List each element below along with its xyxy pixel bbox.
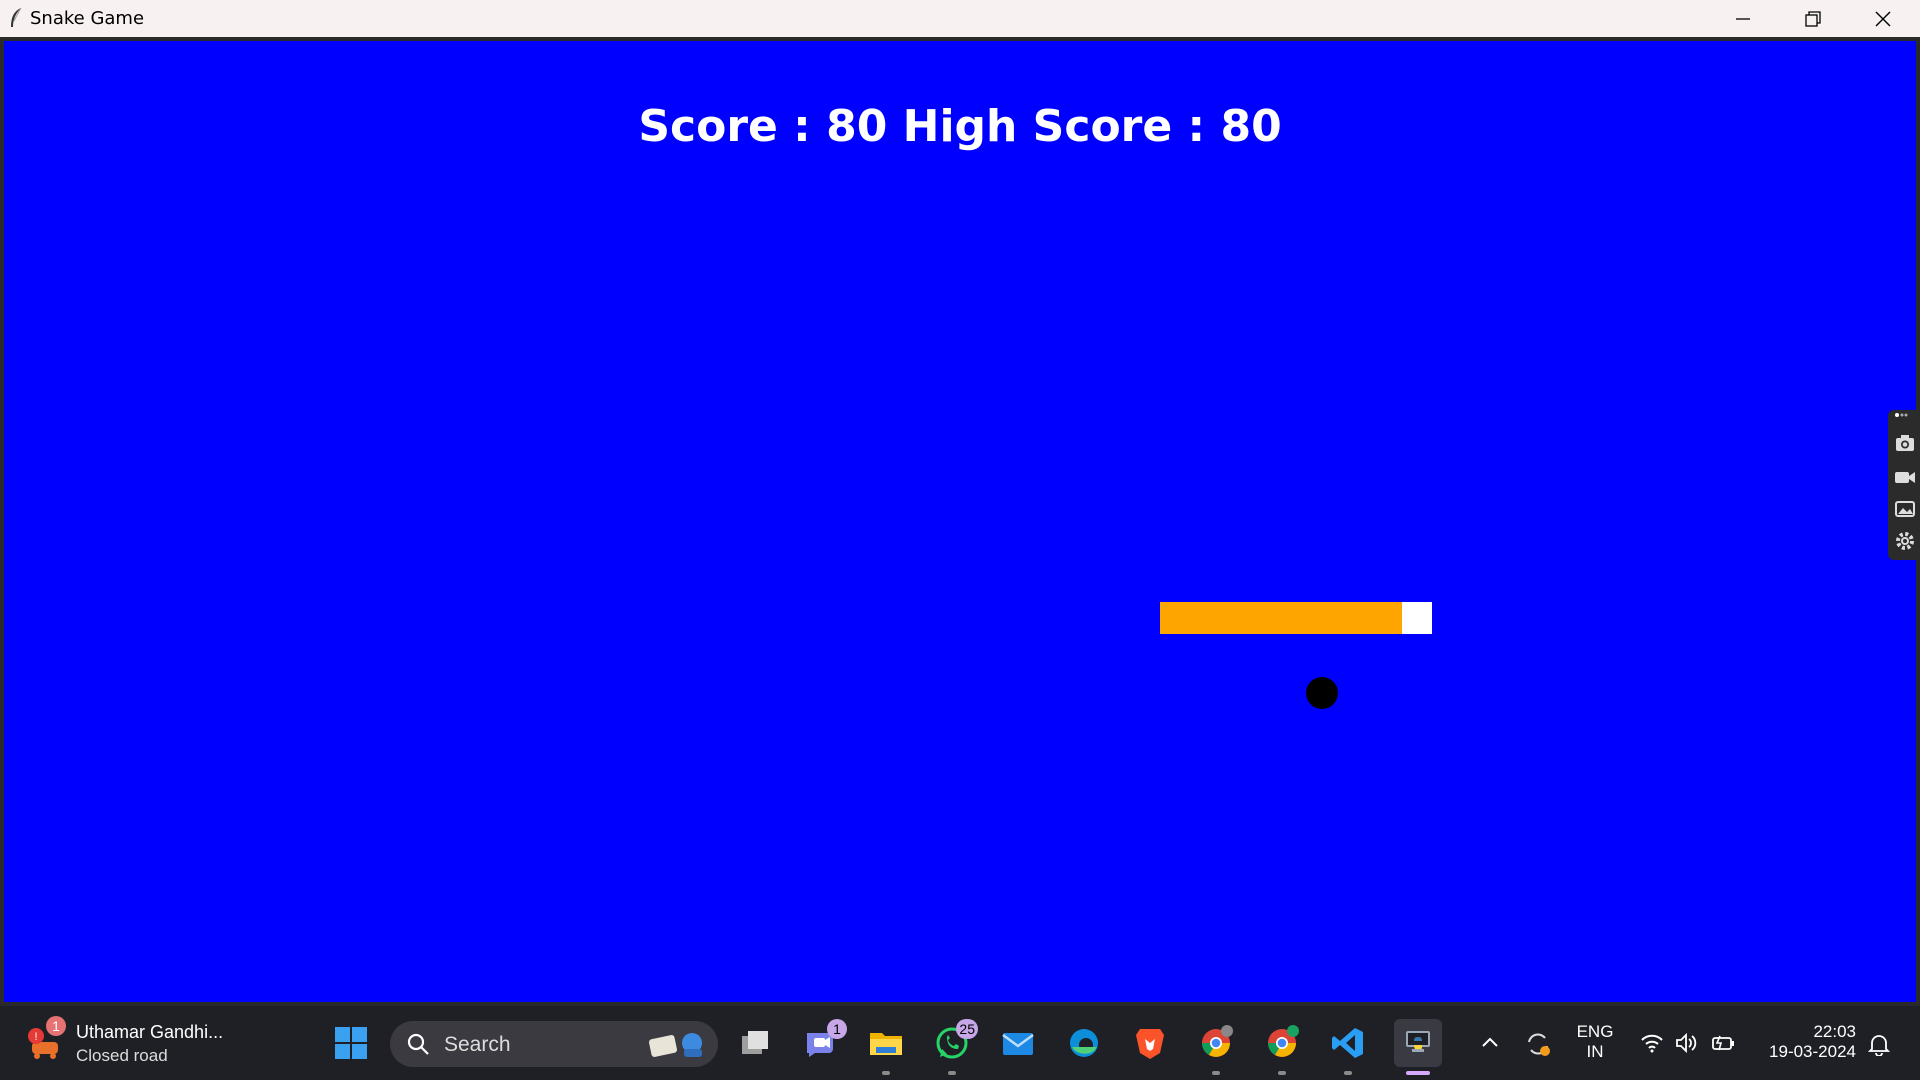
game-frame: Score : 80 High Score : 80 bbox=[0, 37, 1920, 1006]
python-icon bbox=[1406, 1031, 1430, 1052]
battery-icon[interactable] bbox=[1711, 1032, 1737, 1054]
mail-button[interactable] bbox=[998, 1023, 1038, 1063]
mail-icon bbox=[1002, 1033, 1034, 1055]
video-icon[interactable] bbox=[1894, 466, 1916, 488]
snake-body bbox=[1160, 602, 1402, 634]
language-indicator[interactable]: ENG IN bbox=[1568, 1022, 1622, 1062]
svg-text:!: ! bbox=[34, 1031, 37, 1043]
brave-button[interactable] bbox=[1130, 1023, 1170, 1063]
gallery-icon[interactable] bbox=[1894, 498, 1916, 520]
chrome-profile-button[interactable] bbox=[1262, 1023, 1302, 1075]
game-canvas[interactable]: Score : 80 High Score : 80 bbox=[4, 41, 1916, 1002]
feather-app-icon bbox=[11, 7, 22, 27]
file-explorer-icon bbox=[870, 1033, 902, 1055]
chrome-profile-icon bbox=[1268, 1025, 1299, 1057]
start-button[interactable] bbox=[331, 1023, 371, 1063]
close-icon bbox=[1875, 11, 1891, 26]
python-button[interactable] bbox=[1394, 1019, 1442, 1075]
edge-button[interactable] bbox=[1064, 1023, 1104, 1063]
sync-icon[interactable] bbox=[1524, 1030, 1552, 1058]
title-bar: Snake Game bbox=[0, 0, 1920, 37]
news-subtitle: Closed road bbox=[76, 1046, 168, 1065]
teams-button[interactable]: 1 bbox=[801, 1019, 847, 1063]
vscode-button[interactable] bbox=[1328, 1023, 1368, 1075]
food-pellet bbox=[1306, 677, 1338, 709]
window-title: Snake Game bbox=[30, 8, 145, 29]
running-indicator bbox=[1278, 1071, 1286, 1075]
wifi-icon[interactable] bbox=[1640, 1032, 1664, 1054]
task-view-icon bbox=[742, 1031, 768, 1054]
taskbar: ! 1 Uthamar Gandhi... Closed road Search bbox=[0, 1006, 1920, 1080]
score-display: Score : 80 High Score : 80 bbox=[638, 101, 1282, 152]
notification-bell-icon[interactable] bbox=[1868, 1032, 1890, 1056]
grip-icon[interactable] bbox=[1894, 408, 1908, 422]
brave-icon bbox=[1136, 1029, 1164, 1059]
taskbar-search[interactable]: Search bbox=[390, 1021, 718, 1067]
volume-icon[interactable] bbox=[1675, 1032, 1699, 1054]
chrome-button[interactable] bbox=[1196, 1023, 1236, 1075]
teams-badge: 1 bbox=[827, 1019, 847, 1039]
running-indicator bbox=[882, 1071, 890, 1075]
clock[interactable]: 22:03 19-03-2024 bbox=[1756, 1022, 1856, 1062]
minimize-icon bbox=[1736, 17, 1750, 20]
whatsapp-button[interactable]: 25 bbox=[932, 1019, 978, 1075]
search-label: Search bbox=[444, 1033, 511, 1056]
language-code: ENG bbox=[1576, 1022, 1614, 1041]
file-explorer-button[interactable] bbox=[866, 1023, 906, 1075]
news-badge: 1 bbox=[46, 1016, 66, 1036]
running-indicator bbox=[1212, 1071, 1220, 1075]
whatsapp-badge: 25 bbox=[956, 1019, 978, 1039]
running-indicator bbox=[1344, 1071, 1352, 1075]
camera-icon[interactable] bbox=[1894, 432, 1916, 454]
windows-icon bbox=[335, 1027, 367, 1059]
search-icon bbox=[407, 1033, 429, 1055]
region-code: IN bbox=[1586, 1042, 1604, 1061]
news-title: Uthamar Gandhi... bbox=[76, 1022, 224, 1042]
running-indicator bbox=[948, 1071, 956, 1075]
capture-toolbar bbox=[1888, 410, 1920, 560]
vscode-icon bbox=[1332, 1028, 1363, 1058]
chrome-icon bbox=[1202, 1025, 1233, 1057]
news-widget[interactable]: ! 1 Uthamar Gandhi... Closed road bbox=[26, 1016, 236, 1068]
edge-icon bbox=[1070, 1029, 1098, 1057]
chevron-up-icon[interactable] bbox=[1480, 1033, 1500, 1053]
search-highlight-icon bbox=[648, 1033, 702, 1057]
minimize-button[interactable] bbox=[1708, 0, 1778, 37]
settings-icon[interactable] bbox=[1894, 530, 1916, 552]
task-view-button[interactable] bbox=[735, 1023, 775, 1063]
close-button[interactable] bbox=[1848, 0, 1918, 37]
restore-icon bbox=[1805, 10, 1821, 27]
active-indicator bbox=[1406, 1071, 1430, 1075]
clock-date: 19-03-2024 bbox=[1769, 1042, 1856, 1061]
restore-button[interactable] bbox=[1778, 0, 1848, 37]
clock-time: 22:03 bbox=[1813, 1022, 1856, 1041]
snake-head bbox=[1402, 602, 1432, 634]
